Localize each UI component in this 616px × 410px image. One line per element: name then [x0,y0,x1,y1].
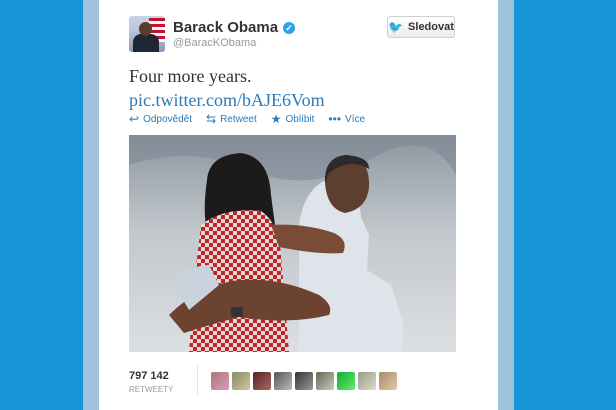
author-name[interactable]: Barack Obama ✓ [173,19,296,36]
stats-divider [197,365,198,395]
retweeter-avatar[interactable] [232,372,250,390]
embrace-photo [129,135,456,352]
retweeter-avatar[interactable] [253,372,271,390]
retweet-button[interactable]: ⇆ Retweet [206,112,257,126]
author-name-text[interactable]: Barack Obama [173,19,278,36]
retweet-icon: ⇆ [206,112,217,126]
tweet-actions: ↩ Odpovědět ⇆ Retweet ★ Oblíbit ••• Více [129,112,365,126]
avatar-head [139,22,152,36]
favorite-button[interactable]: ★ Oblíbit [271,112,315,126]
avatar[interactable] [129,16,165,52]
reply-label: Odpovědět [143,113,192,125]
page-frame-right [498,0,514,410]
tweet-text: Four more years. [129,66,252,86]
favorite-label: Oblíbit [285,113,315,125]
retweeter-avatar[interactable] [211,372,229,390]
avatar-suit [133,34,159,52]
more-button[interactable]: ••• Více [328,112,365,126]
retweeter-avatars [211,372,397,390]
tweet-card: Barack Obama ✓ @BaracKObama 🐦 Sledovat F… [99,0,498,410]
tweet-photo[interactable] [129,135,456,352]
follow-button-label: Sledovat [408,21,454,33]
retweet-count: 797 142 [129,370,169,382]
retweet-label: Retweet [220,113,257,125]
retweeter-avatar[interactable] [274,372,292,390]
page-frame-left [83,0,99,410]
retweet-stats[interactable]: 797 142 RETWEETY [129,370,173,394]
more-label: Více [345,113,366,125]
retweeter-avatar[interactable] [295,372,313,390]
reply-button[interactable]: ↩ Odpovědět [129,112,192,126]
retweeter-avatar[interactable] [358,372,376,390]
retweeter-avatar[interactable] [316,372,334,390]
tweet-body: Four more years. pic.twitter.com/bAJE6Vo… [129,64,325,112]
follow-button[interactable]: 🐦 Sledovat [387,16,455,38]
retweeter-avatar[interactable] [379,372,397,390]
retweet-count-label: RETWEETY [129,385,174,394]
tweet-link[interactable]: pic.twitter.com/bAJE6Vom [129,88,325,112]
author-handle[interactable]: @BaracKObama [173,37,256,49]
more-dots-icon: ••• [328,112,342,126]
reply-arrow-icon: ↩ [129,112,140,126]
retweeter-avatar[interactable] [337,372,355,390]
verified-badge-icon: ✓ [283,21,296,34]
star-icon: ★ [270,112,282,126]
twitter-bird-icon: 🐦 [388,20,404,34]
